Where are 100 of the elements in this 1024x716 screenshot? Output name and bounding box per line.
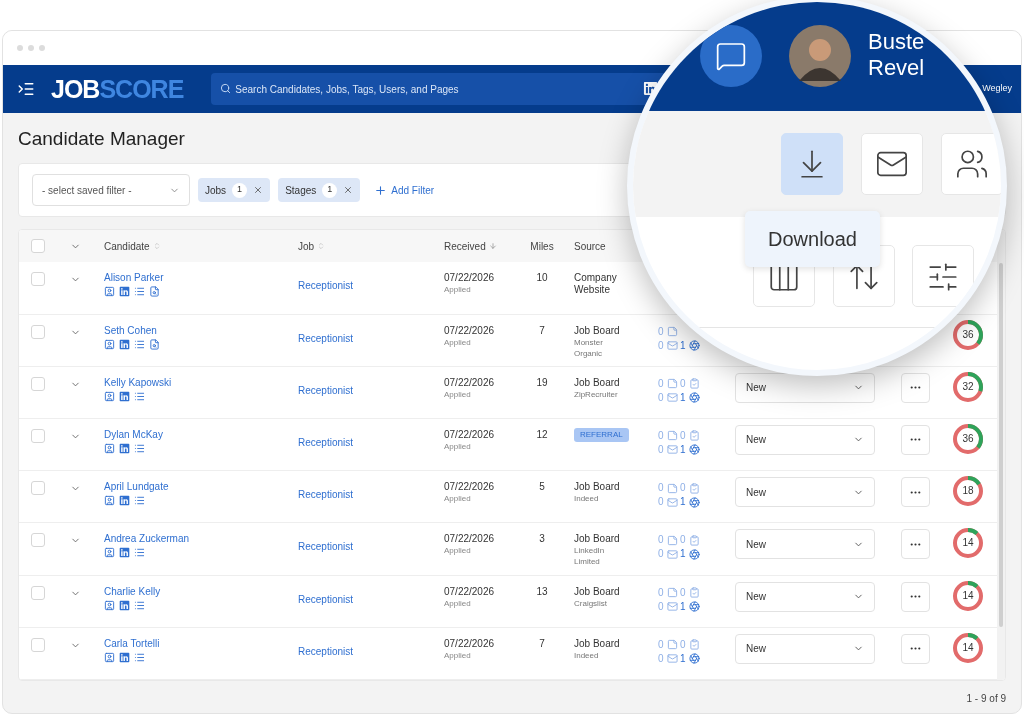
stage-select[interactable]: New	[735, 425, 875, 455]
stage-select[interactable]: New	[735, 581, 875, 612]
column-header[interactable]: Job	[298, 238, 326, 254]
linkedin-icon[interactable]	[119, 443, 130, 454]
referral-badge: REFERRAL	[574, 428, 629, 442]
contact-card-icon[interactable]	[104, 495, 115, 507]
list-icon[interactable]	[134, 443, 145, 454]
checkbox[interactable]	[31, 533, 45, 548]
clipboard-icon	[688, 378, 700, 390]
plus-icon	[374, 183, 388, 197]
list-icon[interactable]	[134, 390, 145, 402]
activity-count[interactable]: 1	[680, 548, 686, 561]
checkbox[interactable]	[31, 324, 45, 339]
contact-card-icon[interactable]	[104, 390, 115, 402]
team-button[interactable]	[941, 133, 1001, 195]
source-name: Company Website	[574, 272, 618, 297]
checkbox[interactable]	[31, 637, 45, 652]
document-icon[interactable]	[149, 338, 160, 350]
linkedin-icon[interactable]	[119, 286, 130, 298]
score-value: 18	[961, 484, 975, 499]
filters-button[interactable]	[912, 245, 974, 307]
linkedin-icon[interactable]	[119, 338, 130, 350]
scrollbar[interactable]	[999, 263, 1003, 627]
activity-count[interactable]: 1	[680, 496, 686, 509]
stage-select[interactable]: New	[735, 633, 875, 664]
list-icon[interactable]	[134, 286, 145, 298]
column-header[interactable]: Miles	[530, 238, 554, 254]
candidate-link[interactable]: Carla Tortelli	[104, 637, 296, 650]
candidate-link[interactable]: Alison Parker	[104, 272, 296, 285]
checkbox[interactable]	[31, 585, 45, 600]
filter-chip[interactable]: Stages 1	[278, 178, 361, 202]
stage-select[interactable]: New	[735, 477, 875, 508]
job-link[interactable]: Receptionist	[298, 332, 354, 344]
email-button[interactable]	[861, 133, 923, 195]
sort-icon	[488, 242, 497, 251]
filter-chip[interactable]: Jobs 1	[198, 178, 271, 202]
source-name: Job Board	[574, 585, 621, 598]
linkedin-icon[interactable]	[119, 390, 130, 402]
list-icon[interactable]	[134, 599, 145, 611]
envelope-icon	[666, 601, 678, 613]
user-name[interactable]: Wegley	[982, 82, 1012, 96]
checkbox[interactable]	[31, 272, 45, 287]
received-date: 07/22/2026	[444, 324, 496, 337]
checkbox[interactable]	[31, 481, 45, 496]
received-date: 07/22/2026	[444, 429, 496, 441]
candidate-link[interactable]: Charlie Kelly	[104, 585, 296, 598]
aperture-icon	[688, 496, 700, 508]
list-icon[interactable]	[134, 338, 145, 350]
people-icon	[955, 147, 989, 181]
candidate-link[interactable]: Kelly Kapowski	[104, 376, 296, 389]
column-header[interactable]: Source	[574, 238, 606, 254]
linkedin-icon[interactable]	[119, 495, 130, 507]
job-link[interactable]: Receptionist	[298, 593, 354, 605]
activity-count[interactable]: 1	[680, 444, 686, 456]
candidate-link[interactable]: Seth Cohen	[104, 324, 296, 337]
linkedin-icon[interactable]	[119, 599, 130, 611]
job-link[interactable]: Receptionist	[298, 437, 354, 448]
contact-card-icon[interactable]	[104, 338, 115, 350]
activity-count[interactable]: 1	[680, 391, 686, 404]
avatar[interactable]	[789, 25, 851, 87]
close-icon[interactable]	[253, 185, 264, 195]
clipboard-icon	[688, 482, 700, 494]
activity-count[interactable]: 1	[680, 652, 686, 665]
download-button[interactable]	[781, 133, 843, 195]
linkedin-icon[interactable]	[119, 547, 130, 559]
close-icon[interactable]	[343, 185, 354, 195]
column-header[interactable]: Received	[444, 238, 497, 254]
contact-card-icon[interactable]	[104, 443, 115, 454]
candidate-link[interactable]: April Lundgate	[104, 481, 296, 494]
checkbox[interactable]	[31, 239, 45, 254]
menu-icon[interactable]	[17, 80, 35, 98]
job-link[interactable]: Receptionist	[298, 280, 354, 292]
job-link[interactable]: Receptionist	[298, 645, 354, 657]
candidate-link[interactable]: Andrea Zuckerman	[104, 533, 296, 546]
contact-card-icon[interactable]	[104, 651, 115, 663]
checkbox[interactable]	[31, 376, 45, 391]
job-link[interactable]: Receptionist	[298, 384, 354, 396]
activity-count[interactable]: 1	[680, 339, 686, 352]
stage-select[interactable]: New	[735, 529, 875, 560]
linkedin-icon[interactable]	[119, 651, 130, 663]
job-link[interactable]: Receptionist	[298, 541, 354, 553]
checkbox[interactable]	[31, 429, 45, 443]
activity-count[interactable]: 1	[680, 600, 686, 613]
column-header[interactable]: Candidate	[104, 238, 161, 254]
candidate-link[interactable]: Dylan McKay	[104, 429, 296, 441]
score-value: 32	[961, 379, 975, 394]
list-icon[interactable]	[134, 651, 145, 663]
document-icon[interactable]	[149, 286, 160, 298]
clipboard-icon	[688, 534, 700, 546]
contact-card-icon[interactable]	[104, 547, 115, 559]
job-link[interactable]: Receptionist	[298, 489, 354, 501]
miles-value: 12	[536, 429, 548, 441]
add-filter-button[interactable]: Add Filter	[374, 182, 435, 198]
list-icon[interactable]	[134, 495, 145, 507]
received-date: 07/22/2026	[444, 533, 496, 546]
logo[interactable]: JOBSCORE	[51, 76, 184, 102]
contact-card-icon[interactable]	[104, 599, 115, 611]
contact-card-icon[interactable]	[104, 286, 115, 298]
saved-filter-select[interactable]: - select saved filter -	[32, 174, 190, 206]
list-icon[interactable]	[134, 547, 145, 559]
